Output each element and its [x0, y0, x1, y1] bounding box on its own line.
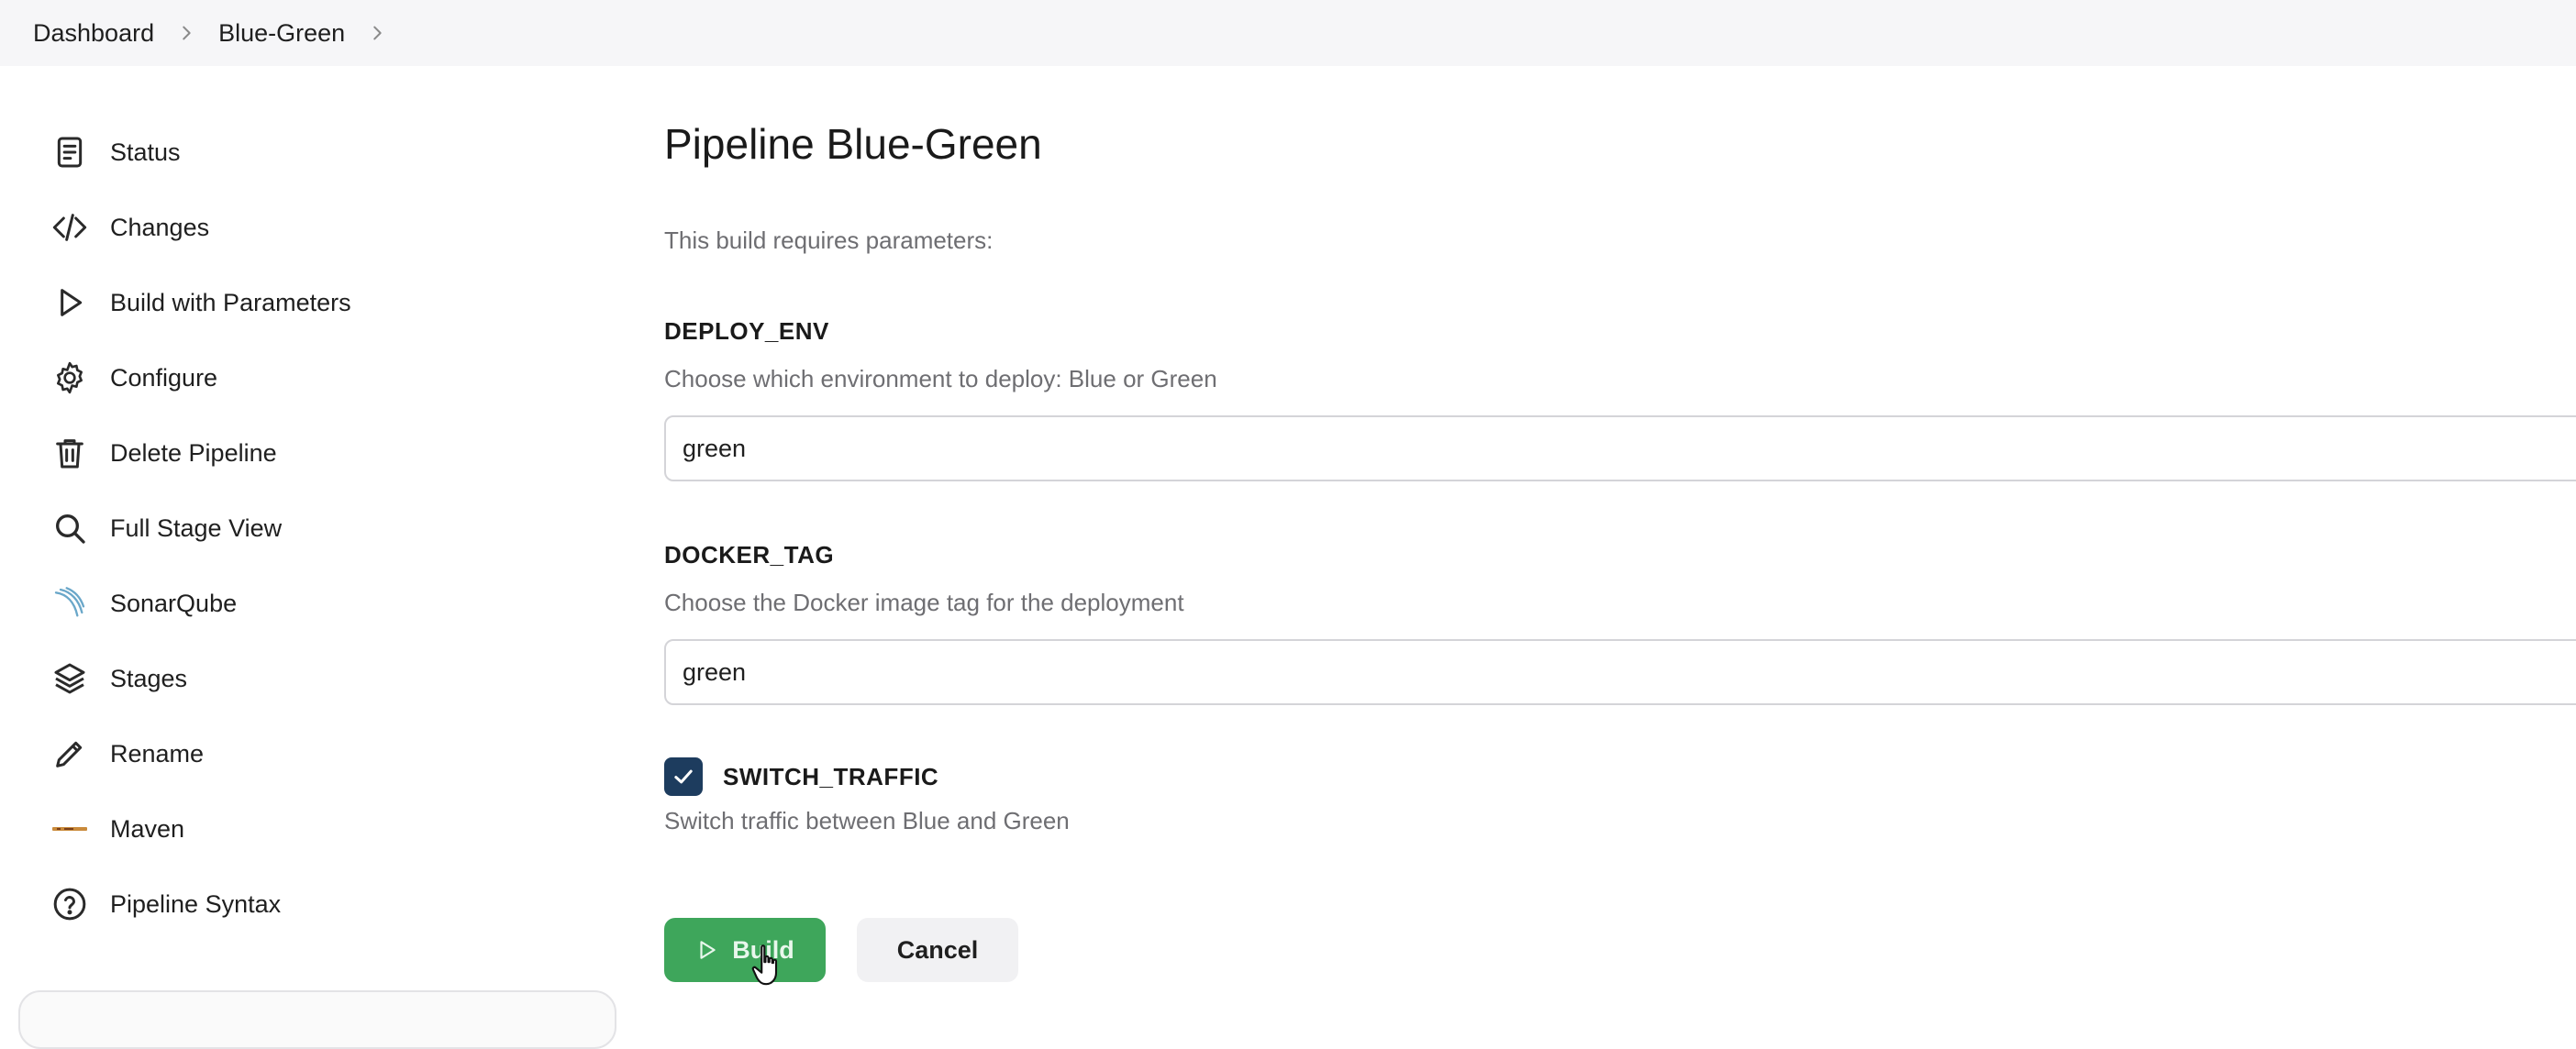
switch-traffic-description: Switch traffic between Blue and Green: [664, 807, 1070, 834]
sidebar-item-build-with-parameters[interactable]: Build with Parameters: [50, 275, 351, 330]
cancel-button[interactable]: Cancel: [857, 918, 1018, 982]
pencil-icon: [50, 734, 90, 774]
maven-icon: [50, 809, 90, 849]
sidebar-item-maven[interactable]: Maven: [50, 801, 184, 856]
document-icon: [50, 132, 90, 172]
switch-traffic-row: SWITCH_TRAFFIC: [664, 757, 938, 796]
sidebar: Status Changes Build with Parameters Con…: [0, 66, 624, 1049]
build-button[interactable]: Build: [664, 918, 826, 982]
sidebar-item-full-stage-view[interactable]: Full Stage View: [50, 501, 282, 556]
main-content: Pipeline Blue-Green This build requires …: [664, 66, 2576, 1012]
sidebar-item-label: Delete Pipeline: [110, 438, 277, 467]
chevron-right-icon[interactable]: [345, 23, 409, 43]
sidebar-item-rename[interactable]: Rename: [50, 726, 204, 781]
parameters-intro: This build requires parameters:: [664, 226, 994, 254]
sidebar-item-label: Status: [110, 138, 181, 166]
sidebar-item-stages[interactable]: Stages: [50, 651, 187, 706]
breadcrumb-dashboard[interactable]: Dashboard: [33, 19, 154, 48]
play-icon: [700, 941, 716, 959]
param-name-docker-tag: DOCKER_TAG: [664, 541, 835, 569]
layers-icon: [50, 658, 90, 699]
trash-icon: [50, 433, 90, 473]
sidebar-build-history-panel: [18, 990, 616, 1049]
checkmark-icon: [674, 769, 693, 784]
breadcrumb: Dashboard Blue-Green: [0, 0, 2576, 66]
sidebar-item-label: Rename: [110, 739, 205, 767]
sidebar-item-label: Full Stage View: [110, 513, 283, 542]
sidebar-item-status[interactable]: Status: [50, 125, 181, 180]
breadcrumb-blue-green[interactable]: Blue-Green: [218, 19, 345, 48]
sidebar-item-label: Stages: [110, 664, 188, 692]
param-name-deploy-env: DEPLOY_ENV: [664, 317, 829, 345]
sonarqube-icon: [50, 583, 90, 624]
param-description-deploy-env: Choose which environment to deploy: Blue…: [664, 365, 1217, 392]
switch-traffic-label: SWITCH_TRAFFIC: [723, 762, 939, 790]
page-title: Pipeline Blue-Green: [664, 120, 1042, 168]
build-button-label: Build: [732, 935, 794, 964]
play-icon: [50, 282, 90, 323]
sidebar-item-configure[interactable]: Configure: [50, 350, 217, 405]
help-icon: [50, 884, 90, 924]
switch-traffic-checkbox[interactable]: [664, 757, 703, 796]
sidebar-item-delete-pipeline[interactable]: Delete Pipeline: [50, 425, 277, 480]
sidebar-item-label: Maven: [110, 814, 185, 843]
sidebar-item-pipeline-syntax[interactable]: Pipeline Syntax: [50, 877, 281, 932]
sidebar-item-changes[interactable]: Changes: [50, 200, 209, 255]
sidebar-item-label: SonarQube: [110, 589, 238, 617]
sidebar-item-sonarqube[interactable]: SonarQube: [50, 576, 237, 631]
code-icon: [50, 207, 90, 248]
gear-icon: [50, 358, 90, 398]
deploy-env-input[interactable]: [664, 415, 2576, 481]
sidebar-item-label: Pipeline Syntax: [110, 889, 282, 918]
chevron-right-icon: [154, 23, 218, 43]
docker-tag-input[interactable]: [664, 639, 2576, 705]
sidebar-item-label: Configure: [110, 363, 218, 392]
search-icon: [50, 508, 90, 548]
param-description-docker-tag: Choose the Docker image tag for the depl…: [664, 589, 1184, 616]
sidebar-item-label: Build with Parameters: [110, 288, 351, 316]
sidebar-item-label: Changes: [110, 213, 210, 241]
